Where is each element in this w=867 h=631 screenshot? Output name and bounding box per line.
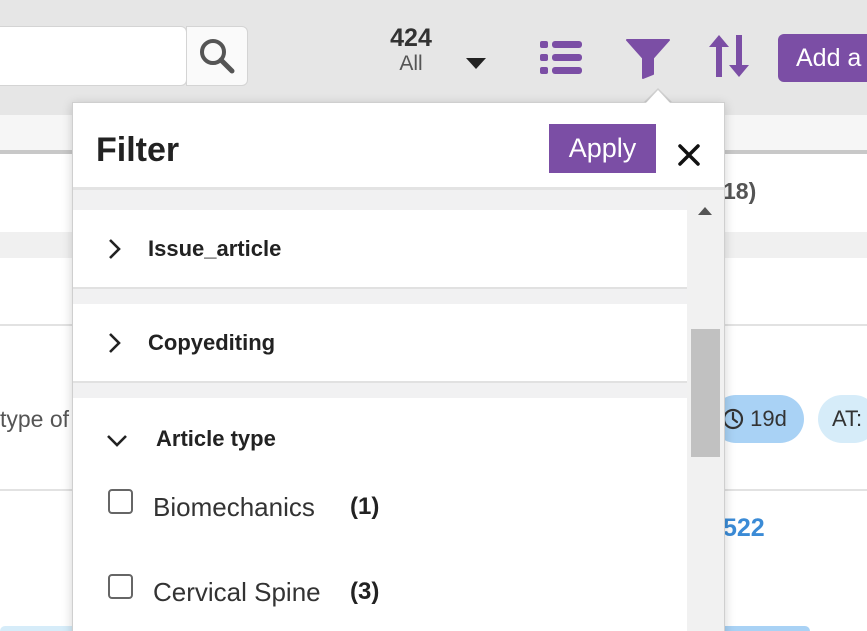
close-button[interactable]: [673, 139, 705, 171]
caret-down-icon[interactable]: [466, 58, 486, 69]
record-count: 424 All: [378, 24, 444, 76]
section-article-type[interactable]: Article type: [73, 398, 687, 468]
section-label: Issue_article: [148, 236, 282, 261]
section-label: Article type: [156, 426, 276, 451]
scroll-up-arrow-icon[interactable]: [698, 207, 712, 215]
row-type-text: type of: [0, 406, 70, 432]
filter-list: Issue_article Copyediting Article type B…: [73, 190, 687, 631]
list-icon: [540, 41, 582, 74]
section-label: Copyediting: [148, 330, 276, 355]
filter-button[interactable]: [625, 36, 671, 80]
sort-icon: [709, 35, 749, 77]
row-chip: [720, 626, 810, 631]
days-chip[interactable]: 19d: [712, 395, 804, 443]
scrollbar[interactable]: [687, 190, 724, 631]
popup-arrow-fill: [645, 90, 671, 104]
section-gap: [73, 289, 687, 304]
section-copyediting[interactable]: Copyediting: [73, 304, 687, 381]
close-icon: [678, 144, 700, 166]
filter-popup: Filter Apply Issue_article Copyediting A…: [72, 102, 725, 631]
section-gap: [73, 190, 687, 210]
search-input[interactable]: [0, 26, 187, 86]
checkbox[interactable]: [108, 574, 133, 599]
option-biomechanics[interactable]: Biomechanics (1): [73, 478, 687, 538]
search-button[interactable]: [186, 26, 248, 86]
column-header-partial: 18): [723, 178, 757, 204]
section-issue-article[interactable]: Issue_article: [73, 210, 687, 287]
search-icon: [200, 39, 235, 74]
option-count: (3): [350, 578, 380, 605]
count-number: 424: [390, 24, 432, 52]
option-cervical-spine[interactable]: Cervical Spine (3): [73, 563, 687, 623]
days-chip-label: 19d: [750, 406, 787, 431]
section-gap: [73, 383, 687, 398]
option-label: Biomechanics: [153, 492, 315, 522]
scrollbar-thumb[interactable]: [691, 329, 720, 457]
add-button[interactable]: Add a: [778, 34, 867, 82]
chevron-right-icon: [109, 239, 121, 259]
chevron-right-icon: [109, 333, 121, 353]
option-label: Cervical Spine: [153, 577, 321, 607]
checkbox[interactable]: [108, 489, 133, 514]
record-link[interactable]: 522: [723, 514, 765, 543]
apply-button[interactable]: Apply: [549, 124, 656, 173]
at-chip[interactable]: AT:: [818, 395, 867, 443]
clock-icon: [722, 408, 744, 430]
list-view-button[interactable]: [538, 38, 584, 78]
count-filter-label: All: [399, 52, 423, 75]
option-count: (1): [350, 493, 380, 520]
toolbar: 424 All Add a: [0, 0, 867, 115]
filter-title: Filter: [96, 131, 180, 169]
filter-icon: [626, 39, 670, 79]
chevron-down-icon: [107, 435, 127, 447]
sort-button[interactable]: [706, 32, 752, 80]
